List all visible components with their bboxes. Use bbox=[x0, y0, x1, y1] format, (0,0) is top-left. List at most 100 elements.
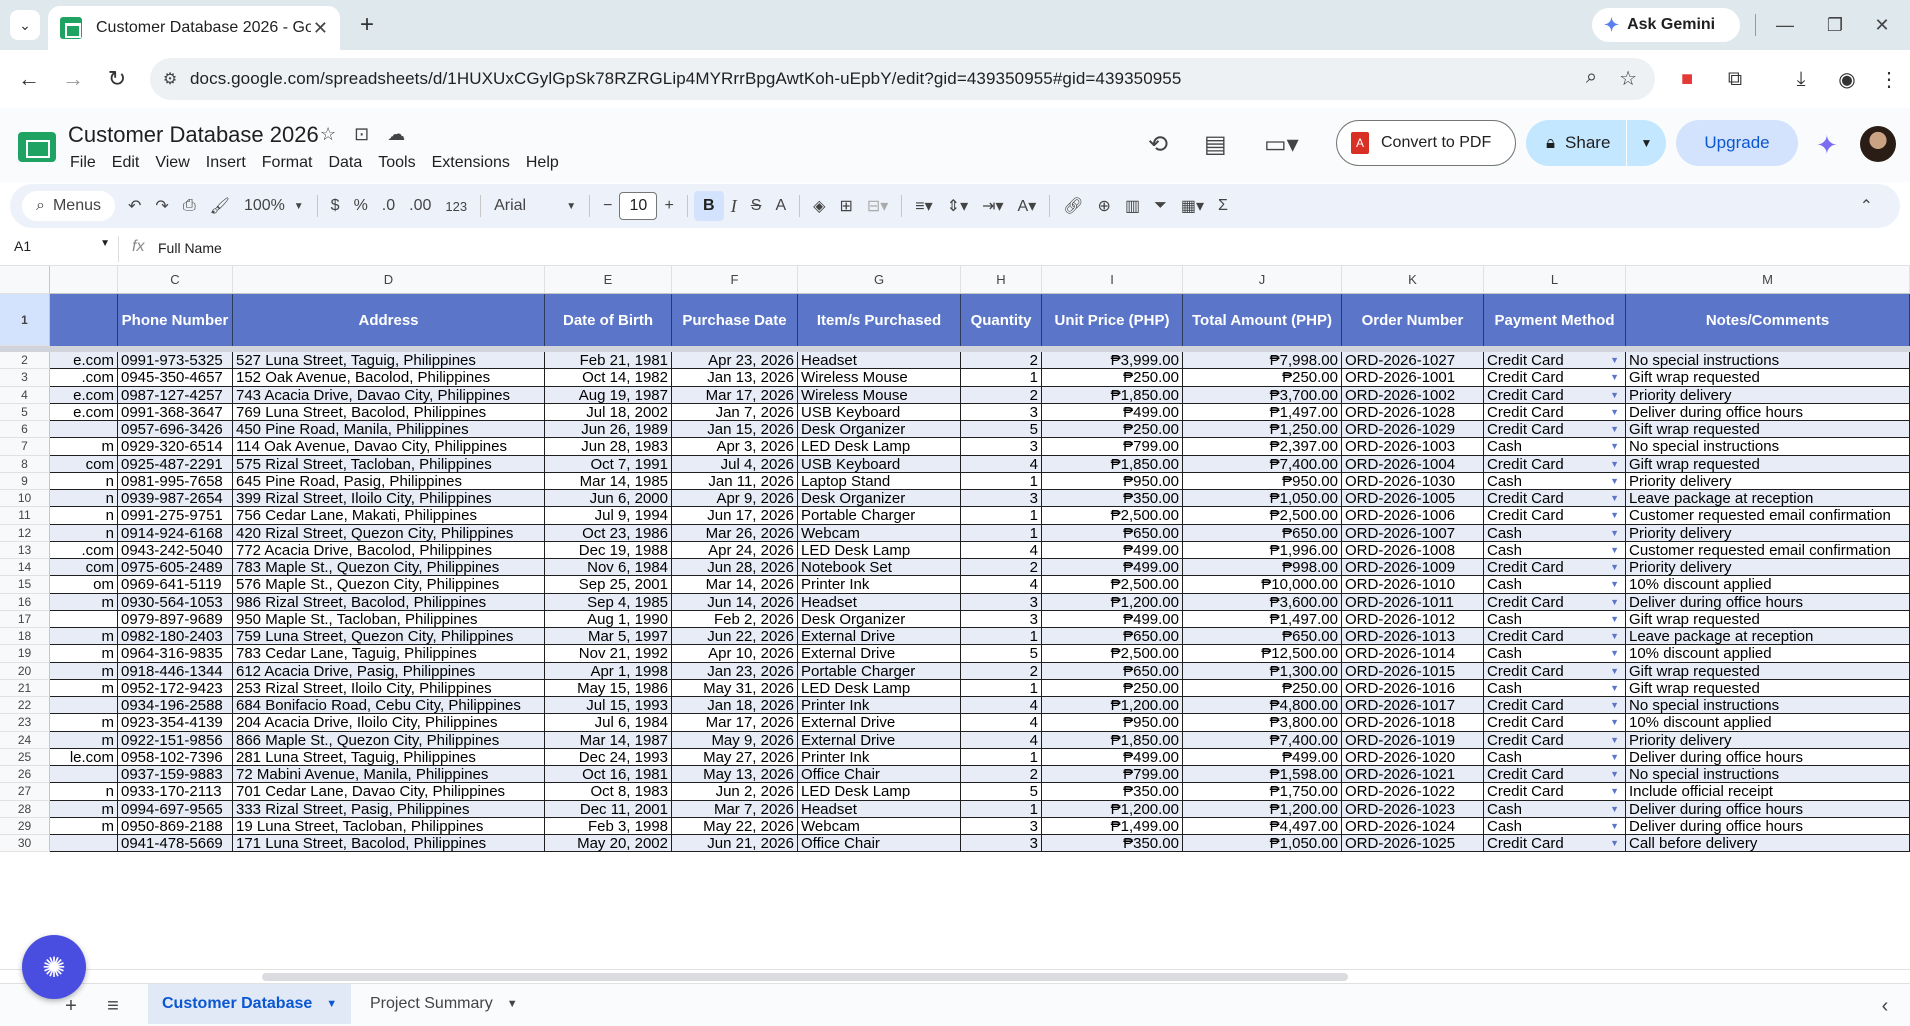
table-cell[interactable]: 0922-151-9856 bbox=[118, 731, 233, 749]
table-cell[interactable]: ₱2,397.00 bbox=[1183, 438, 1342, 456]
table-cell[interactable]: ORD-2026-1023 bbox=[1342, 800, 1484, 818]
zoom-search-icon[interactable]: ⌕ bbox=[1586, 66, 1597, 91]
row-header[interactable]: 14 bbox=[0, 559, 50, 577]
menu-insert[interactable]: Insert bbox=[206, 154, 246, 172]
table-cell[interactable]: ₱799.00 bbox=[1042, 766, 1183, 784]
table-cell[interactable]: 759 Luna Street, Quezon City, Philippine… bbox=[233, 628, 545, 646]
dropdown-chevron-icon[interactable]: ▼ bbox=[1610, 576, 1619, 592]
table-cell[interactable]: Oct 14, 1982 bbox=[545, 369, 672, 387]
row-header[interactable]: 11 bbox=[0, 507, 50, 525]
dropdown-chevron-icon[interactable]: ▼ bbox=[1610, 404, 1619, 420]
table-cell[interactable]: Credit Card ▼ bbox=[1484, 559, 1626, 577]
upgrade-button[interactable]: Upgrade bbox=[1676, 120, 1798, 166]
table-cell[interactable]: 0945-350-4657 bbox=[118, 369, 233, 387]
table-cell[interactable]: Call before delivery bbox=[1626, 835, 1910, 853]
table-cell[interactable]: Printer Ink bbox=[798, 748, 961, 766]
table-cell[interactable]: Priority delivery bbox=[1626, 386, 1910, 404]
column-header-g[interactable]: G bbox=[798, 266, 961, 294]
row-header[interactable]: 20 bbox=[0, 662, 50, 680]
table-cell[interactable]: n bbox=[50, 524, 118, 542]
table-cell[interactable]: LED Desk Lamp bbox=[798, 679, 961, 697]
table-cell[interactable]: ORD-2026-1002 bbox=[1342, 386, 1484, 404]
document-title[interactable]: Customer Database 2026 bbox=[68, 122, 319, 148]
row-header[interactable]: 2 bbox=[0, 352, 50, 370]
table-cell[interactable]: Deliver during office hours bbox=[1626, 817, 1910, 835]
row-header[interactable]: 18 bbox=[0, 628, 50, 646]
column-header-d[interactable]: D bbox=[233, 266, 545, 294]
menu-extensions[interactable]: Extensions bbox=[432, 154, 510, 172]
redo-icon[interactable]: ↷ bbox=[148, 191, 175, 221]
table-cell[interactable]: Cash ▼ bbox=[1484, 679, 1626, 697]
table-cell[interactable]: ORD-2026-1011 bbox=[1342, 593, 1484, 611]
column-header-b[interactable] bbox=[50, 266, 118, 294]
row-header[interactable]: 12 bbox=[0, 524, 50, 542]
table-cell[interactable]: LED Desk Lamp bbox=[798, 438, 961, 456]
version-history-icon[interactable]: ⟲ bbox=[1148, 130, 1168, 159]
table-cell[interactable]: Oct 23, 1986 bbox=[545, 524, 672, 542]
table-cell[interactable]: Aug 19, 1987 bbox=[545, 386, 672, 404]
table-cell[interactable]: Priority delivery bbox=[1626, 472, 1910, 490]
table-cell[interactable]: 1 bbox=[961, 679, 1042, 697]
strikethrough-button[interactable]: S bbox=[744, 191, 769, 221]
sheets-logo-icon[interactable] bbox=[18, 132, 56, 162]
dropdown-chevron-icon[interactable]: ▼ bbox=[1610, 783, 1619, 799]
dropdown-chevron-icon[interactable]: ▼ bbox=[1610, 663, 1619, 679]
table-cell[interactable]: ₱10,000.00 bbox=[1183, 576, 1342, 594]
table-cell[interactable]: 10% discount applied bbox=[1626, 576, 1910, 594]
extension-icon[interactable]: ■ bbox=[1672, 64, 1702, 94]
table-cell[interactable]: Cash ▼ bbox=[1484, 541, 1626, 559]
column-header-m[interactable]: M bbox=[1626, 266, 1910, 294]
table-cell[interactable]: ORD-2026-1008 bbox=[1342, 541, 1484, 559]
table-cell[interactable]: Jan 13, 2026 bbox=[672, 369, 798, 387]
table-cell[interactable]: ₱3,700.00 bbox=[1183, 386, 1342, 404]
table-cell[interactable]: 5 bbox=[961, 421, 1042, 439]
table-cell[interactable]: Feb 2, 2026 bbox=[672, 610, 798, 628]
paint-format-icon[interactable]: 🖌︎ bbox=[203, 191, 237, 221]
dropdown-chevron-icon[interactable]: ▼ bbox=[1610, 542, 1619, 558]
font-size-input[interactable]: 10 bbox=[619, 192, 658, 220]
table-cell[interactable]: Gift wrap requested bbox=[1626, 662, 1910, 680]
table-cell[interactable]: 2 bbox=[961, 662, 1042, 680]
table-cell[interactable]: 0957-696-3426 bbox=[118, 421, 233, 439]
dropdown-chevron-icon[interactable]: ▼ bbox=[1610, 714, 1619, 730]
table-cell[interactable]: ₱1,050.00 bbox=[1183, 835, 1342, 853]
table-cell[interactable]: .com bbox=[50, 541, 118, 559]
table-cell[interactable]: Credit Card ▼ bbox=[1484, 403, 1626, 421]
table-cell[interactable]: Dec 11, 2001 bbox=[545, 800, 672, 818]
move-folder-icon[interactable]: ⊡ bbox=[354, 124, 369, 145]
table-cell[interactable]: .com bbox=[50, 369, 118, 387]
table-cell[interactable]: n bbox=[50, 783, 118, 801]
comments-icon[interactable]: ▤ bbox=[1204, 130, 1227, 159]
scrollbar-thumb[interactable] bbox=[262, 973, 1348, 981]
table-cell[interactable]: ₱1,499.00 bbox=[1042, 817, 1183, 835]
table-cell[interactable]: May 22, 2026 bbox=[672, 817, 798, 835]
vertical-align-icon[interactable]: ⇕▾ bbox=[940, 191, 975, 221]
decrease-font-size-icon[interactable]: − bbox=[596, 191, 619, 221]
table-cell[interactable]: Credit Card ▼ bbox=[1484, 455, 1626, 473]
currency-format-button[interactable]: $ bbox=[324, 191, 347, 221]
table-cell[interactable]: ₱3,800.00 bbox=[1183, 714, 1342, 732]
table-cell[interactable]: ₱1,300.00 bbox=[1183, 662, 1342, 680]
table-cell[interactable]: m bbox=[50, 645, 118, 663]
table-cell[interactable]: ₱950.00 bbox=[1042, 714, 1183, 732]
accessibility-fab[interactable]: ✺ bbox=[22, 935, 86, 999]
table-cell[interactable]: 645 Pine Road, Pasig, Philippines bbox=[233, 472, 545, 490]
functions-icon[interactable]: Σ bbox=[1211, 191, 1235, 221]
table-cell[interactable]: 114 Oak Avenue, Davao City, Philippines bbox=[233, 438, 545, 456]
dropdown-chevron-icon[interactable]: ▼ bbox=[1610, 611, 1619, 627]
table-cell[interactable]: ORD-2026-1013 bbox=[1342, 628, 1484, 646]
table-cell[interactable]: 0925-487-2291 bbox=[118, 455, 233, 473]
table-cell[interactable]: Cash ▼ bbox=[1484, 800, 1626, 818]
insert-chart-icon[interactable]: ▥ bbox=[1118, 191, 1147, 221]
omnibox[interactable]: ⚙ docs.google.com/spreadsheets/d/1HUXUxC… bbox=[150, 58, 1655, 100]
table-cell[interactable]: 575 Rizal Street, Tacloban, Philippines bbox=[233, 455, 545, 473]
table-cell[interactable]: ₱998.00 bbox=[1183, 559, 1342, 577]
table-cell[interactable]: Apr 3, 2026 bbox=[672, 438, 798, 456]
table-cell[interactable]: Cash ▼ bbox=[1484, 645, 1626, 663]
menu-help[interactable]: Help bbox=[526, 154, 559, 172]
table-cell[interactable]: 0991-973-5325 bbox=[118, 352, 233, 370]
close-window-button[interactable]: ✕ bbox=[1862, 10, 1902, 40]
table-cell[interactable]: Office Chair bbox=[798, 766, 961, 784]
table-cell[interactable]: 701 Cedar Lane, Davao City, Philippines bbox=[233, 783, 545, 801]
table-cell[interactable]: 0918-446-1344 bbox=[118, 662, 233, 680]
